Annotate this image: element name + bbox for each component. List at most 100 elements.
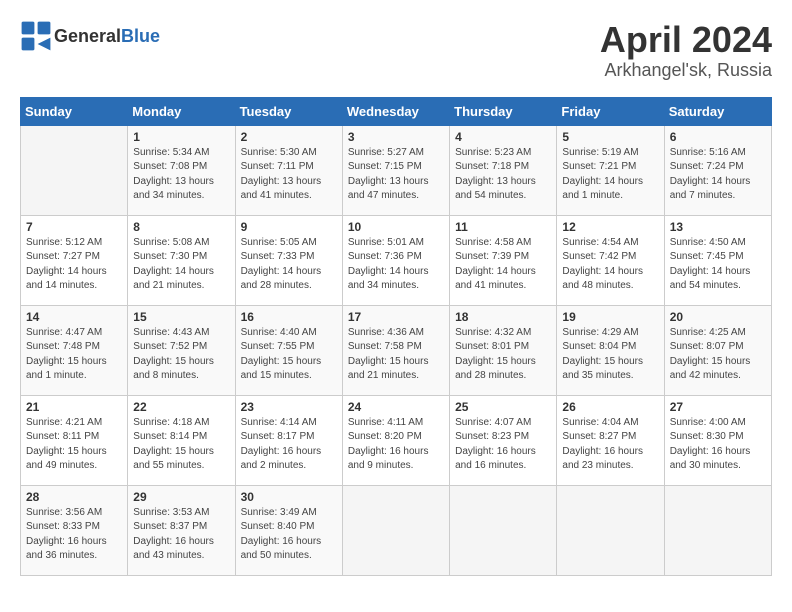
calendar-cell	[342, 485, 449, 575]
cell-content: Sunrise: 4:29 AM Sunset: 8:04 PM Dayligh…	[562, 326, 658, 384]
calendar-cell: 12 Sunrise: 4:54 AM Sunset: 7:42 PM Dayli…	[557, 215, 664, 305]
cell-content: Sunrise: 5:23 AM Sunset: 7:18 PM Dayligh…	[455, 146, 551, 204]
cell-content: Sunrise: 3:49 AM Sunset: 8:40 PM Dayligh…	[241, 506, 337, 564]
calendar-cell: 22 Sunrise: 4:18 AM Sunset: 8:14 PM Dayli…	[128, 395, 235, 485]
day-number: 20	[670, 310, 766, 324]
calendar-week-row: 21Sunrise: 4:21 AM Sunset: 8:11 PM Dayli…	[21, 395, 772, 485]
calendar-header-row: SundayMondayTuesdayWednesdayThursdayFrid…	[21, 97, 772, 125]
day-number: 28	[26, 490, 122, 504]
day-number: 4	[455, 130, 551, 144]
calendar-cell: 27 Sunrise: 4:00 AM Sunset: 8:30 PM Dayli…	[664, 395, 771, 485]
cell-content: Sunrise: 4:50 AM Sunset: 7:45 PM Dayligh…	[670, 236, 766, 294]
logo-blue: Blue	[121, 26, 160, 46]
calendar-cell: 2 Sunrise: 5:30 AM Sunset: 7:11 PM Daylig…	[235, 125, 342, 215]
day-number: 12	[562, 220, 658, 234]
calendar-cell: 5 Sunrise: 5:19 AM Sunset: 7:21 PM Daylig…	[557, 125, 664, 215]
calendar-cell: 1 Sunrise: 5:34 AM Sunset: 7:08 PM Daylig…	[128, 125, 235, 215]
cell-content: Sunrise: 3:53 AM Sunset: 8:37 PM Dayligh…	[133, 506, 229, 564]
cell-content: Sunrise: 4:54 AM Sunset: 7:42 PM Dayligh…	[562, 236, 658, 294]
column-header-wednesday: Wednesday	[342, 97, 449, 125]
day-number: 13	[670, 220, 766, 234]
calendar-week-row: 7 Sunrise: 5:12 AM Sunset: 7:27 PM Daylig…	[21, 215, 772, 305]
calendar-cell: 9Sunrise: 5:05 AM Sunset: 7:33 PM Daylig…	[235, 215, 342, 305]
day-number: 29	[133, 490, 229, 504]
cell-content: Sunrise: 4:11 AM Sunset: 8:20 PM Dayligh…	[348, 416, 444, 474]
day-number: 26	[562, 400, 658, 414]
page-header: GeneralBlue April 2024 Arkhangel'sk, Rus…	[20, 20, 772, 81]
cell-content: Sunrise: 4:25 AM Sunset: 8:07 PM Dayligh…	[670, 326, 766, 384]
calendar-cell: 23 Sunrise: 4:14 AM Sunset: 8:17 PM Dayli…	[235, 395, 342, 485]
cell-content: Sunrise: 5:16 AM Sunset: 7:24 PM Dayligh…	[670, 146, 766, 204]
cell-content: Sunrise: 5:01 AM Sunset: 7:36 PM Dayligh…	[348, 236, 444, 294]
calendar-cell: 14 Sunrise: 4:47 AM Sunset: 7:48 PM Dayli…	[21, 305, 128, 395]
day-number: 5	[562, 130, 658, 144]
cell-content: Sunrise: 5:30 AM Sunset: 7:11 PM Dayligh…	[241, 146, 337, 204]
day-number: 10	[348, 220, 444, 234]
cell-content: Sunrise: 5:34 AM Sunset: 7:08 PM Dayligh…	[133, 146, 229, 204]
day-number: 3	[348, 130, 444, 144]
column-header-monday: Monday	[128, 97, 235, 125]
column-header-friday: Friday	[557, 97, 664, 125]
title-block: April 2024 Arkhangel'sk, Russia	[600, 20, 772, 81]
calendar-cell: 21Sunrise: 4:21 AM Sunset: 8:11 PM Dayli…	[21, 395, 128, 485]
day-number: 18	[455, 310, 551, 324]
calendar-cell: 7 Sunrise: 5:12 AM Sunset: 7:27 PM Daylig…	[21, 215, 128, 305]
calendar-cell	[557, 485, 664, 575]
calendar-cell: 19Sunrise: 4:29 AM Sunset: 8:04 PM Dayli…	[557, 305, 664, 395]
calendar-cell: 15Sunrise: 4:43 AM Sunset: 7:52 PM Dayli…	[128, 305, 235, 395]
calendar-cell: 20 Sunrise: 4:25 AM Sunset: 8:07 PM Dayli…	[664, 305, 771, 395]
day-number: 8	[133, 220, 229, 234]
cell-content: Sunrise: 4:18 AM Sunset: 8:14 PM Dayligh…	[133, 416, 229, 474]
page-subtitle: Arkhangel'sk, Russia	[600, 60, 772, 81]
day-number: 17	[348, 310, 444, 324]
cell-content: Sunrise: 5:05 AM Sunset: 7:33 PM Dayligh…	[241, 236, 337, 294]
calendar-cell: 30 Sunrise: 3:49 AM Sunset: 8:40 PM Dayli…	[235, 485, 342, 575]
day-number: 25	[455, 400, 551, 414]
day-number: 24	[348, 400, 444, 414]
day-number: 6	[670, 130, 766, 144]
calendar-week-row: 14 Sunrise: 4:47 AM Sunset: 7:48 PM Dayli…	[21, 305, 772, 395]
calendar-cell: 26 Sunrise: 4:04 AM Sunset: 8:27 PM Dayli…	[557, 395, 664, 485]
logo-text: GeneralBlue	[54, 26, 160, 47]
column-header-tuesday: Tuesday	[235, 97, 342, 125]
cell-content: Sunrise: 5:12 AM Sunset: 7:27 PM Dayligh…	[26, 236, 122, 294]
cell-content: Sunrise: 4:47 AM Sunset: 7:48 PM Dayligh…	[26, 326, 122, 384]
day-number: 14	[26, 310, 122, 324]
calendar-cell: 18Sunrise: 4:32 AM Sunset: 8:01 PM Dayli…	[450, 305, 557, 395]
calendar-week-row: 1 Sunrise: 5:34 AM Sunset: 7:08 PM Daylig…	[21, 125, 772, 215]
calendar-cell: 24 Sunrise: 4:11 AM Sunset: 8:20 PM Dayli…	[342, 395, 449, 485]
day-number: 22	[133, 400, 229, 414]
day-number: 30	[241, 490, 337, 504]
day-number: 21	[26, 400, 122, 414]
calendar-cell: 8 Sunrise: 5:08 AM Sunset: 7:30 PM Daylig…	[128, 215, 235, 305]
calendar-cell: 17Sunrise: 4:36 AM Sunset: 7:58 PM Dayli…	[342, 305, 449, 395]
cell-content: Sunrise: 4:04 AM Sunset: 8:27 PM Dayligh…	[562, 416, 658, 474]
day-number: 1	[133, 130, 229, 144]
logo: GeneralBlue	[20, 20, 160, 52]
column-header-sunday: Sunday	[21, 97, 128, 125]
calendar-cell	[664, 485, 771, 575]
day-number: 11	[455, 220, 551, 234]
cell-content: Sunrise: 5:27 AM Sunset: 7:15 PM Dayligh…	[348, 146, 444, 204]
logo-icon	[20, 20, 52, 52]
day-number: 23	[241, 400, 337, 414]
day-number: 7	[26, 220, 122, 234]
calendar-table: SundayMondayTuesdayWednesdayThursdayFrid…	[20, 97, 772, 576]
cell-content: Sunrise: 4:14 AM Sunset: 8:17 PM Dayligh…	[241, 416, 337, 474]
cell-content: Sunrise: 4:00 AM Sunset: 8:30 PM Dayligh…	[670, 416, 766, 474]
logo-general: General	[54, 26, 121, 46]
cell-content: Sunrise: 4:07 AM Sunset: 8:23 PM Dayligh…	[455, 416, 551, 474]
calendar-cell: 28 Sunrise: 3:56 AM Sunset: 8:33 PM Dayli…	[21, 485, 128, 575]
day-number: 2	[241, 130, 337, 144]
cell-content: Sunrise: 3:56 AM Sunset: 8:33 PM Dayligh…	[26, 506, 122, 564]
cell-content: Sunrise: 5:08 AM Sunset: 7:30 PM Dayligh…	[133, 236, 229, 294]
column-header-saturday: Saturday	[664, 97, 771, 125]
cell-content: Sunrise: 4:58 AM Sunset: 7:39 PM Dayligh…	[455, 236, 551, 294]
day-number: 27	[670, 400, 766, 414]
calendar-week-row: 28 Sunrise: 3:56 AM Sunset: 8:33 PM Dayli…	[21, 485, 772, 575]
day-number: 15	[133, 310, 229, 324]
calendar-cell: 29 Sunrise: 3:53 AM Sunset: 8:37 PM Dayli…	[128, 485, 235, 575]
column-header-thursday: Thursday	[450, 97, 557, 125]
cell-content: Sunrise: 5:19 AM Sunset: 7:21 PM Dayligh…	[562, 146, 658, 204]
calendar-cell: 16Sunrise: 4:40 AM Sunset: 7:55 PM Dayli…	[235, 305, 342, 395]
